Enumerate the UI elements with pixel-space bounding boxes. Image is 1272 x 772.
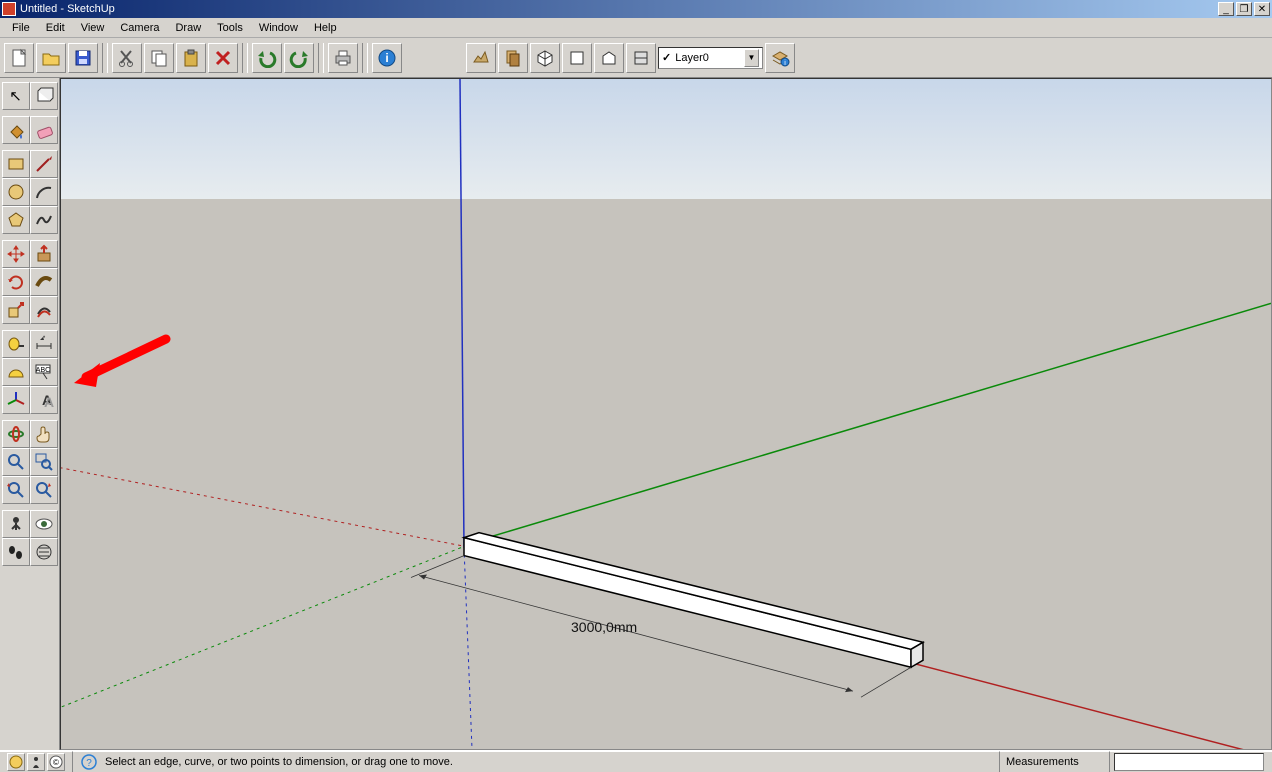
- toolbar-sep: [362, 43, 368, 73]
- print-icon[interactable]: [328, 43, 358, 73]
- menu-draw[interactable]: Draw: [167, 20, 209, 36]
- dimension-tool-icon[interactable]: *: [30, 330, 58, 358]
- toggle-terrain-icon[interactable]: [466, 43, 496, 73]
- scale-tool-icon[interactable]: [2, 296, 30, 324]
- walk-tool-icon[interactable]: [2, 538, 30, 566]
- select-tool-icon[interactable]: ↖: [2, 82, 30, 110]
- freehand-tool-icon[interactable]: [30, 206, 58, 234]
- layer-visible-check-icon: ✓: [662, 51, 671, 64]
- status-hint-text: Select an edge, curve, or two points to …: [105, 756, 453, 768]
- text-tool-icon[interactable]: ABC: [30, 358, 58, 386]
- circle-tool-icon[interactable]: [2, 178, 30, 206]
- make-component-icon[interactable]: [30, 82, 58, 110]
- svg-text:©: ©: [53, 758, 59, 767]
- menu-view[interactable]: View: [73, 20, 113, 36]
- delete-icon[interactable]: [208, 43, 238, 73]
- orbit-tool-icon[interactable]: [2, 420, 30, 448]
- next-view-icon[interactable]: [30, 476, 58, 504]
- status-credits-icon[interactable]: ©: [47, 753, 65, 771]
- menu-tools[interactable]: Tools: [209, 20, 251, 36]
- measurements-label: Measurements: [999, 751, 1109, 772]
- pan-tool-icon[interactable]: [30, 420, 58, 448]
- menu-file[interactable]: File: [4, 20, 38, 36]
- cursor-icon: ↖: [9, 87, 22, 105]
- look-around-icon[interactable]: [30, 510, 58, 538]
- zoom-window-icon[interactable]: [30, 448, 58, 476]
- polygon-tool-icon[interactable]: [2, 206, 30, 234]
- rotate-tool-icon[interactable]: [2, 268, 30, 296]
- save-file-icon[interactable]: [68, 43, 98, 73]
- svg-text:ABC: ABC: [35, 367, 49, 374]
- menu-camera[interactable]: Camera: [112, 20, 167, 36]
- iso-view-icon[interactable]: [530, 43, 560, 73]
- status-person-icon[interactable]: [27, 753, 45, 771]
- layer-manager-icon[interactable]: i: [765, 43, 795, 73]
- svg-text:?: ?: [86, 758, 92, 769]
- front-view-icon[interactable]: [594, 43, 624, 73]
- cut-icon[interactable]: [112, 43, 142, 73]
- previous-view-icon[interactable]: [2, 476, 30, 504]
- menu-edit[interactable]: Edit: [38, 20, 73, 36]
- viewport[interactable]: 3000,0mm: [60, 78, 1272, 750]
- offset-tool-icon[interactable]: [30, 296, 58, 324]
- restore-button[interactable]: ❐: [1236, 2, 1252, 16]
- minimize-button[interactable]: _: [1218, 2, 1234, 16]
- rectangle-tool-icon[interactable]: [2, 150, 30, 178]
- layer-dropdown[interactable]: ✓ Layer0 ▼: [658, 47, 763, 69]
- pushpull-tool-icon[interactable]: [30, 240, 58, 268]
- toolbar-sep: [242, 43, 248, 73]
- open-file-icon[interactable]: [36, 43, 66, 73]
- axes-tool-icon[interactable]: [2, 386, 30, 414]
- svg-text:*: *: [42, 336, 45, 342]
- hint-info-icon: ?: [80, 753, 98, 771]
- status-geo-icon[interactable]: [7, 753, 25, 771]
- side-toolbar: ↖: [0, 78, 60, 750]
- followme-tool-icon[interactable]: [30, 268, 58, 296]
- move-tool-icon[interactable]: [2, 240, 30, 268]
- right-view-icon[interactable]: [626, 43, 656, 73]
- section-plane-icon[interactable]: [30, 538, 58, 566]
- 3dtext-tool-icon[interactable]: AA: [30, 386, 58, 414]
- menu-help[interactable]: Help: [306, 20, 345, 36]
- paint-bucket-icon[interactable]: [2, 116, 30, 144]
- new-file-icon[interactable]: [4, 43, 34, 73]
- line-tool-icon[interactable]: [30, 150, 58, 178]
- annotation-arrow-icon: [66, 329, 1272, 750]
- toggle-shadows-icon[interactable]: [498, 43, 528, 73]
- work-area: ↖: [0, 78, 1272, 750]
- tape-measure-icon[interactable]: [2, 330, 30, 358]
- window-title: Untitled - SketchUp: [20, 3, 1216, 15]
- redo-icon[interactable]: [284, 43, 314, 73]
- position-camera-icon[interactable]: [2, 510, 30, 538]
- model-info-icon[interactable]: i: [372, 43, 402, 73]
- svg-text:i: i: [385, 51, 388, 65]
- paste-icon[interactable]: [176, 43, 206, 73]
- arc-tool-icon[interactable]: [30, 178, 58, 206]
- chevron-down-icon[interactable]: ▼: [744, 49, 759, 67]
- menu-bar: File Edit View Camera Draw Tools Window …: [0, 18, 1272, 38]
- close-button[interactable]: ✕: [1254, 2, 1270, 16]
- eraser-icon[interactable]: [30, 116, 58, 144]
- copy-icon[interactable]: [144, 43, 174, 73]
- toolbar-sep: [318, 43, 324, 73]
- menu-window[interactable]: Window: [251, 20, 306, 36]
- zoom-tool-icon[interactable]: [2, 448, 30, 476]
- main-toolbar: i ✓ Layer0 ▼ i: [0, 38, 1272, 78]
- app-icon: [2, 2, 16, 16]
- top-view-icon[interactable]: [562, 43, 592, 73]
- measurements-input[interactable]: [1114, 753, 1264, 771]
- title-bar: Untitled - SketchUp _ ❐ ✕: [0, 0, 1272, 18]
- status-bar: © ? Select an edge, curve, or two points…: [0, 750, 1272, 772]
- undo-icon[interactable]: [252, 43, 282, 73]
- protractor-icon[interactable]: [2, 358, 30, 386]
- toolbar-sep: [102, 43, 108, 73]
- svg-text:A: A: [44, 394, 54, 410]
- layer-selected-name: Layer0: [675, 52, 709, 64]
